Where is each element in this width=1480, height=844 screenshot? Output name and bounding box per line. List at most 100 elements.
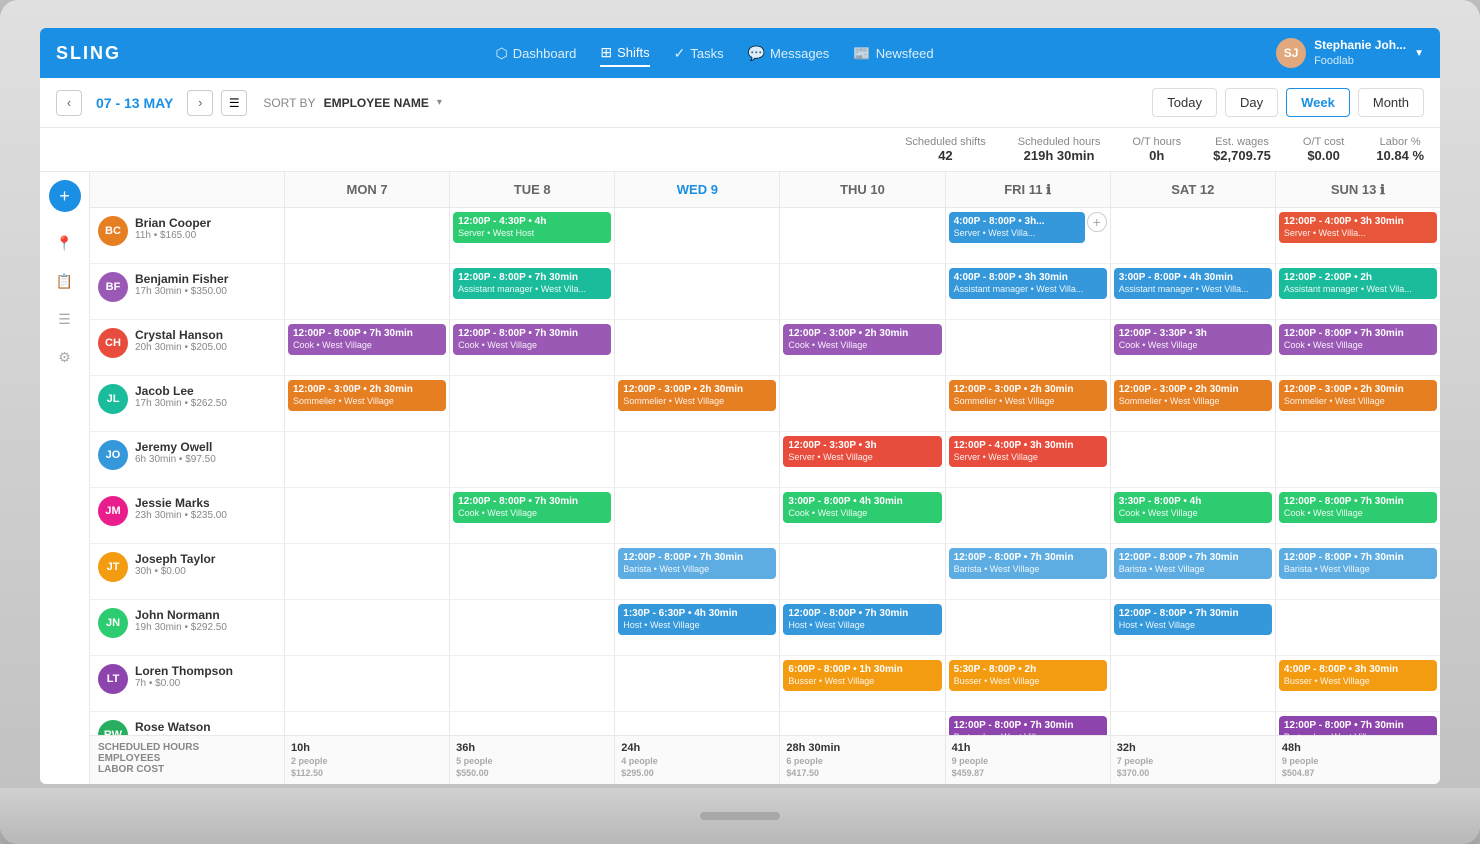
today-button[interactable]: Today	[1152, 88, 1217, 117]
cell-john-wed[interactable]: 1:30P - 6:30P • 4h 30min Host • West Vil…	[615, 600, 780, 655]
cell-loren-tue[interactable]	[450, 656, 615, 711]
shift-block[interactable]: 12:00P - 3:00P • 2h 30min Cook • West Vi…	[783, 324, 941, 355]
shift-block[interactable]: 12:00P - 8:00P • 7h 30min Cook • West Vi…	[453, 324, 611, 355]
cell-rose-wed[interactable]	[615, 712, 780, 735]
cell-john-thu[interactable]: 12:00P - 8:00P • 7h 30min Host • West Vi…	[780, 600, 945, 655]
cell-benjamin-mon[interactable]	[285, 264, 450, 319]
shift-block[interactable]: 12:00P - 8:00P • 7h 30min Barista • West…	[1114, 548, 1272, 579]
cell-jessie-wed[interactable]	[615, 488, 780, 543]
shift-block[interactable]: 3:30P - 8:00P • 4h Cook • West Village	[1114, 492, 1272, 523]
nav-newsfeed[interactable]: 📰 Newsfeed	[853, 41, 933, 66]
calendar-view-button[interactable]: ☰	[221, 90, 247, 116]
user-dropdown-icon[interactable]: ▼	[1414, 48, 1424, 59]
cell-loren-wed[interactable]	[615, 656, 780, 711]
cell-brian-sat[interactable]	[1111, 208, 1276, 263]
cell-jeremy-fri[interactable]: 12:00P - 4:00P • 3h 30min Server • West …	[946, 432, 1111, 487]
cell-rose-thu[interactable]	[780, 712, 945, 735]
cell-joseph-mon[interactable]	[285, 544, 450, 599]
shift-block[interactable]: 4:00P - 8:00P • 3h 30min Assistant manag…	[949, 268, 1107, 299]
list-icon[interactable]: 📋	[50, 266, 80, 296]
cell-benjamin-tue[interactable]: 12:00P - 8:00P • 7h 30min Assistant mana…	[450, 264, 615, 319]
nav-shifts[interactable]: ⊞ Shifts	[600, 40, 649, 67]
shift-block[interactable]: 12:00P - 4:30P • 4h Server • West Host	[453, 212, 611, 243]
cell-crystal-wed[interactable]	[615, 320, 780, 375]
cell-rose-sat[interactable]	[1111, 712, 1276, 735]
cell-jessie-fri[interactable]	[946, 488, 1111, 543]
nav-messages[interactable]: 💬 Messages	[748, 41, 830, 66]
shift-block[interactable]: 12:00P - 2:00P • 2h Assistant manager • …	[1279, 268, 1437, 299]
week-view-button[interactable]: Week	[1286, 88, 1350, 117]
cell-jacob-fri[interactable]: 12:00P - 3:00P • 2h 30min Sommelier • We…	[946, 376, 1111, 431]
shift-block[interactable]: 12:00P - 3:30P • 3h Cook • West Village	[1114, 324, 1272, 355]
shift-block[interactable]: 12:00P - 3:00P • 2h 30min Sommelier • We…	[949, 380, 1107, 411]
cell-loren-mon[interactable]	[285, 656, 450, 711]
add-shift-button[interactable]: +	[1087, 212, 1107, 232]
cell-joseph-tue[interactable]	[450, 544, 615, 599]
cell-jessie-sun[interactable]: 12:00P - 8:00P • 7h 30min Cook • West Vi…	[1276, 488, 1440, 543]
cell-crystal-tue[interactable]: 12:00P - 8:00P • 7h 30min Cook • West Vi…	[450, 320, 615, 375]
cell-rose-tue[interactable]	[450, 712, 615, 735]
shift-block[interactable]: 12:00P - 8:00P • 7h 30min Assistant mana…	[453, 268, 611, 299]
cell-jeremy-tue[interactable]	[450, 432, 615, 487]
cell-jacob-thu[interactable]	[780, 376, 945, 431]
cell-jacob-sun[interactable]: 12:00P - 3:00P • 2h 30min Sommelier • We…	[1276, 376, 1440, 431]
location-icon[interactable]: 📍	[50, 228, 80, 258]
cell-joseph-wed[interactable]: 12:00P - 8:00P • 7h 30min Barista • West…	[615, 544, 780, 599]
month-view-button[interactable]: Month	[1358, 88, 1424, 117]
cell-crystal-sat[interactable]: 12:00P - 3:30P • 3h Cook • West Village	[1111, 320, 1276, 375]
cell-joseph-sat[interactable]: 12:00P - 8:00P • 7h 30min Barista • West…	[1111, 544, 1276, 599]
shift-block[interactable]: 6:00P - 8:00P • 1h 30min Busser • West V…	[783, 660, 941, 691]
cell-john-tue[interactable]	[450, 600, 615, 655]
cell-jessie-sat[interactable]: 3:30P - 8:00P • 4h Cook • West Village	[1111, 488, 1276, 543]
shift-block[interactable]: 12:00P - 8:00P • 7h 30min Bartender • We…	[1279, 716, 1437, 735]
cell-jeremy-sun[interactable]	[1276, 432, 1440, 487]
sort-field[interactable]: EMPLOYEE NAME	[324, 96, 429, 110]
shift-block[interactable]: 12:00P - 8:00P • 7h 30min Host • West Vi…	[1114, 604, 1272, 635]
cell-jeremy-wed[interactable]	[615, 432, 780, 487]
shift-block[interactable]: 12:00P - 8:00P • 7h 30min Cook • West Vi…	[1279, 324, 1437, 355]
cell-brian-wed[interactable]	[615, 208, 780, 263]
add-shift-button[interactable]: +	[49, 180, 81, 212]
cell-rose-sun[interactable]: 12:00P - 8:00P • 7h 30min Bartender • We…	[1276, 712, 1440, 735]
cell-benjamin-wed[interactable]	[615, 264, 780, 319]
cell-loren-sun[interactable]: 4:00P - 8:00P • 3h 30min Busser • West V…	[1276, 656, 1440, 711]
prev-week-button[interactable]: ‹	[56, 90, 82, 116]
cell-jacob-mon[interactable]: 12:00P - 3:00P • 2h 30min Sommelier • We…	[285, 376, 450, 431]
shift-block[interactable]: 12:00P - 3:30P • 3h Server • West Villag…	[783, 436, 941, 467]
shift-block[interactable]: 4:00P - 8:00P • 3h 30min Busser • West V…	[1279, 660, 1437, 691]
filter-icon[interactable]: ☰	[50, 304, 80, 334]
cell-john-sat[interactable]: 12:00P - 8:00P • 7h 30min Host • West Vi…	[1111, 600, 1276, 655]
cell-brian-tue[interactable]: 12:00P - 4:30P • 4h Server • West Host	[450, 208, 615, 263]
sort-chevron-icon[interactable]: ▾	[437, 97, 442, 108]
shift-block[interactable]: 12:00P - 8:00P • 7h 30min Cook • West Vi…	[288, 324, 446, 355]
cell-benjamin-sun[interactable]: 12:00P - 2:00P • 2h Assistant manager • …	[1276, 264, 1440, 319]
cell-jacob-sat[interactable]: 12:00P - 3:00P • 2h 30min Sommelier • We…	[1111, 376, 1276, 431]
shift-block[interactable]: 12:00P - 8:00P • 7h 30min Barista • West…	[618, 548, 776, 579]
cell-crystal-fri[interactable]	[946, 320, 1111, 375]
shift-block[interactable]: 12:00P - 3:00P • 2h 30min Sommelier • We…	[1114, 380, 1272, 411]
cell-jeremy-mon[interactable]	[285, 432, 450, 487]
cell-jeremy-thu[interactable]: 12:00P - 3:30P • 3h Server • West Villag…	[780, 432, 945, 487]
cell-rose-fri[interactable]: 12:00P - 8:00P • 7h 30min Bartender • We…	[946, 712, 1111, 735]
cell-jacob-tue[interactable]	[450, 376, 615, 431]
cell-crystal-mon[interactable]: 12:00P - 8:00P • 7h 30min Cook • West Vi…	[285, 320, 450, 375]
cell-john-fri[interactable]	[946, 600, 1111, 655]
shift-block[interactable]: 12:00P - 4:00P • 3h 30min Server • West …	[949, 436, 1107, 467]
cell-john-sun[interactable]	[1276, 600, 1440, 655]
shift-block[interactable]: 3:00P - 8:00P • 4h 30min Assistant manag…	[1114, 268, 1272, 299]
cell-benjamin-thu[interactable]	[780, 264, 945, 319]
shift-block[interactable]: 12:00P - 8:00P • 7h 30min Cook • West Vi…	[453, 492, 611, 523]
next-week-button[interactable]: ›	[187, 90, 213, 116]
cell-brian-sun[interactable]: 12:00P - 4:00P • 3h 30min Server • West …	[1276, 208, 1440, 263]
cell-brian-fri[interactable]: 4:00P - 8:00P • 3h... Server • West Vill…	[946, 208, 1111, 263]
shift-block[interactable]: 12:00P - 3:00P • 2h 30min Sommelier • We…	[288, 380, 446, 411]
cell-joseph-sun[interactable]: 12:00P - 8:00P • 7h 30min Barista • West…	[1276, 544, 1440, 599]
cell-jessie-tue[interactable]: 12:00P - 8:00P • 7h 30min Cook • West Vi…	[450, 488, 615, 543]
shift-block[interactable]: 12:00P - 8:00P • 7h 30min Bartender • We…	[949, 716, 1107, 735]
shift-block[interactable]: 3:00P - 8:00P • 4h 30min Cook • West Vil…	[783, 492, 941, 523]
shift-block[interactable]: 12:00P - 8:00P • 7h 30min Cook • West Vi…	[1279, 492, 1437, 523]
shift-block[interactable]: 12:00P - 3:00P • 2h 30min Sommelier • We…	[618, 380, 776, 411]
cell-brian-thu[interactable]	[780, 208, 945, 263]
cell-jacob-wed[interactable]: 12:00P - 3:00P • 2h 30min Sommelier • We…	[615, 376, 780, 431]
cell-jeremy-sat[interactable]	[1111, 432, 1276, 487]
